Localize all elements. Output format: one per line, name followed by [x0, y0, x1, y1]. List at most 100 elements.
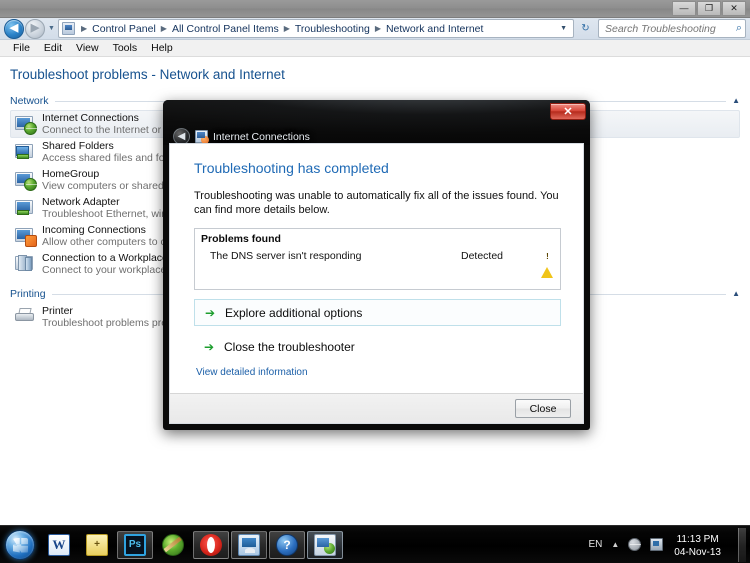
search-box[interactable]: ⌕	[598, 19, 746, 38]
warning-icon: !	[541, 250, 554, 278]
task-opera[interactable]	[193, 530, 229, 559]
problems-found-header: Problems found	[201, 233, 281, 245]
problem-row: The DNS server isn't responding Detected…	[201, 250, 554, 278]
menu-help[interactable]: Help	[144, 40, 180, 56]
help-icon: ?	[276, 533, 298, 556]
close-button[interactable]: Close	[515, 399, 571, 418]
view-detailed-information-link[interactable]: View detailed information	[194, 367, 561, 378]
back-arrow-icon: ◀	[177, 130, 186, 142]
warning-glyph: !	[546, 252, 549, 261]
taskbar: W + Ps ? EN ▲ 11:13 PM 04-Nov-13	[0, 525, 750, 563]
action-label: Close the troubleshooter	[224, 339, 355, 354]
restore-icon: ❐	[704, 3, 714, 13]
internet-connections-icon	[14, 112, 37, 135]
photoshop-icon: Ps	[124, 533, 146, 556]
breadcrumb-item-network-and-internet[interactable]: Network and Internet	[385, 23, 484, 35]
task-word[interactable]: W	[41, 531, 77, 559]
page-title: Troubleshoot problems - Network and Inte…	[10, 67, 285, 82]
window-titlebar: — ❐ ✕	[0, 0, 750, 18]
workplace-connection-icon	[14, 252, 36, 274]
breadcrumb-dropdown-icon[interactable]: ▼	[556, 25, 571, 32]
task-notes[interactable]: +	[79, 531, 115, 559]
close-icon: ✕	[730, 3, 738, 13]
search-input[interactable]	[605, 22, 736, 35]
menu-tools[interactable]: Tools	[106, 40, 145, 56]
clock-date: 04-Nov-13	[674, 546, 721, 558]
task-photoshop[interactable]: Ps	[117, 530, 153, 559]
forward-arrow-icon: ▶	[30, 22, 40, 34]
window-close-button[interactable]: ✕	[722, 1, 746, 16]
tile-description: Connect to the Internet or to a	[42, 124, 182, 136]
troubleshooting-icon	[314, 533, 336, 556]
task-troubleshooting[interactable]	[307, 530, 343, 559]
group-collapse-icon[interactable]: ▲	[726, 290, 740, 298]
chevron-down-icon: ▼	[48, 25, 55, 32]
clock-time: 11:13 PM	[676, 533, 719, 545]
dialog-close-button[interactable]: ✕	[550, 103, 586, 120]
action-label: Explore additional options	[225, 305, 363, 320]
green-arrow-icon: ➔	[205, 305, 216, 320]
screen: — ❐ ✕ ◀ ▶ ▼ ▶ Control Panel ▶ All Contro…	[0, 0, 750, 563]
group-label-printing: Printing	[10, 288, 46, 300]
volume-icon[interactable]	[650, 538, 664, 551]
task-help[interactable]: ?	[269, 530, 305, 559]
breadcrumb-separator-icon: ▶	[283, 24, 290, 33]
problem-name: The DNS server isn't responding	[210, 250, 362, 262]
language-indicator[interactable]: EN	[588, 539, 602, 550]
task-paint[interactable]	[155, 531, 191, 559]
shared-folders-icon	[14, 140, 36, 162]
breadcrumb-item-troubleshooting[interactable]: Troubleshooting	[294, 23, 371, 35]
minimize-button[interactable]: —	[672, 1, 696, 16]
forward-button[interactable]: ▶	[25, 18, 45, 39]
homegroup-icon	[14, 168, 37, 191]
breadcrumb-item-control-panel[interactable]: Control Panel	[91, 23, 157, 35]
problem-status: Detected	[461, 250, 504, 262]
back-button[interactable]: ◀	[4, 18, 24, 39]
menu-bar: File Edit View Tools Help	[0, 40, 750, 57]
dialog-heading: Troubleshooting has completed	[194, 160, 389, 176]
tile-text: Internet Connections Connect to the Inte…	[42, 112, 182, 137]
back-arrow-icon: ◀	[9, 22, 19, 34]
problems-found-box: Problems found The DNS server isn't resp…	[194, 228, 561, 290]
show-hidden-icons-button[interactable]: ▲	[611, 540, 619, 549]
recent-pages-button[interactable]: ▼	[45, 19, 58, 39]
menu-file[interactable]: File	[6, 40, 37, 56]
control-panel-icon	[62, 22, 75, 35]
dialog-footer: Close	[170, 393, 583, 423]
menu-edit[interactable]: Edit	[37, 40, 69, 56]
menu-view[interactable]: View	[69, 40, 106, 56]
taskbar-buttons: W + Ps ?	[41, 530, 343, 559]
dialog-title: Internet Connections	[213, 130, 310, 143]
group-collapse-icon[interactable]: ▲	[726, 97, 740, 105]
task-control-panel[interactable]	[231, 530, 267, 559]
incoming-connections-icon	[14, 224, 37, 247]
maximize-restore-button[interactable]: ❐	[697, 1, 721, 16]
breadcrumb-item-all-items[interactable]: All Control Panel Items	[171, 23, 280, 35]
action-close-the-troubleshooter[interactable]: ➔ Close the troubleshooter	[194, 333, 561, 360]
dialog-main: Troubleshooting has completed Troublesho…	[170, 144, 583, 393]
internet-connections-icon	[195, 130, 209, 144]
network-icon[interactable]	[628, 538, 642, 551]
refresh-icon: ↻	[581, 23, 590, 34]
minimize-icon: —	[679, 3, 689, 13]
show-desktop-button[interactable]	[738, 527, 746, 562]
group-label-network: Network	[10, 95, 49, 107]
search-icon: ⌕	[735, 22, 742, 34]
breadcrumb-separator-icon: ▶	[160, 24, 167, 33]
word-icon: W	[48, 533, 70, 556]
printer-icon	[14, 305, 36, 327]
refresh-button[interactable]: ↻	[576, 19, 595, 38]
green-arrow-icon: ➔	[204, 339, 215, 354]
troubleshooter-dialog: ◀ Internet Connections ✕ Troubleshooting…	[163, 100, 590, 430]
clock[interactable]: 11:13 PM 04-Nov-13	[672, 532, 727, 558]
breadcrumb-separator-icon: ▶	[374, 24, 381, 33]
window-controls: — ❐ ✕	[672, 1, 746, 16]
opera-icon	[200, 533, 222, 556]
paint-icon	[162, 533, 184, 556]
breadcrumb-separator-icon: ▶	[81, 24, 88, 33]
breadcrumb[interactable]: ▶ Control Panel ▶ All Control Panel Item…	[58, 19, 574, 38]
network-adapter-icon	[14, 196, 36, 218]
address-bar: ◀ ▶ ▼ ▶ Control Panel ▶ All Control Pane…	[0, 18, 750, 40]
action-explore-additional-options[interactable]: ➔ Explore additional options	[194, 299, 561, 326]
start-orb[interactable]	[5, 529, 35, 560]
